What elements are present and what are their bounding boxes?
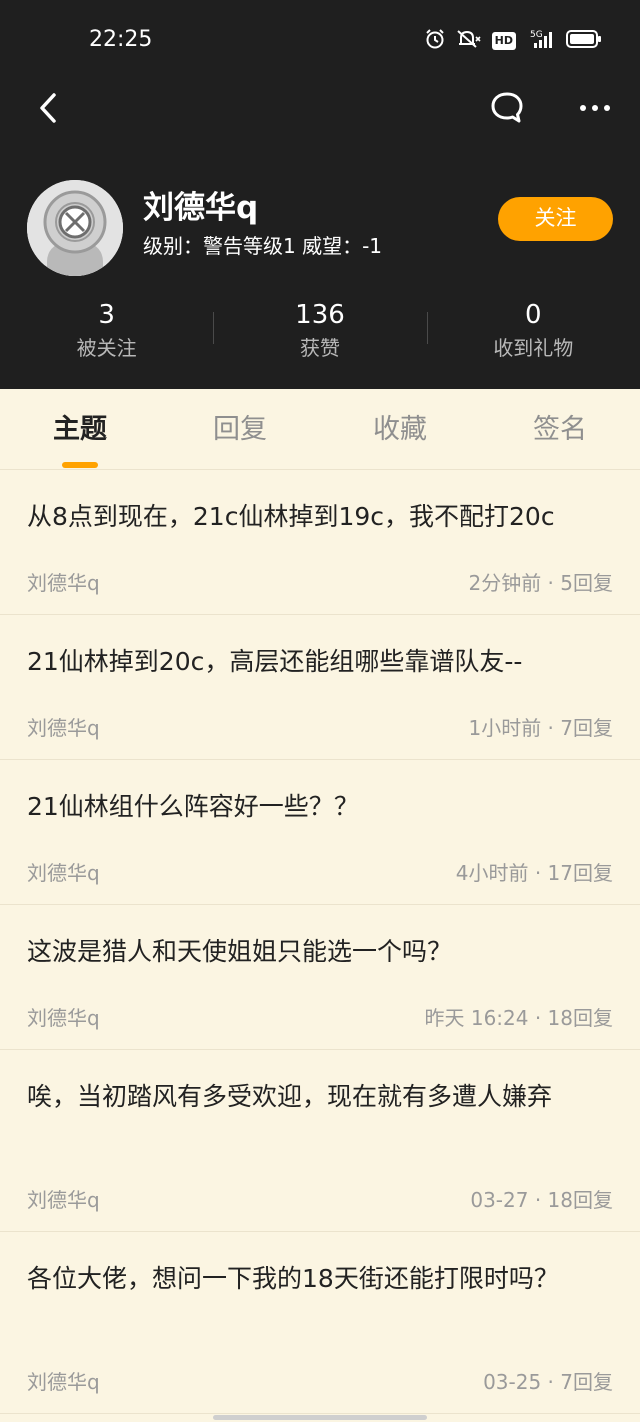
diving-helmet-avatar-icon [27, 180, 123, 276]
post-item[interactable]: 从8点到现在，21c仙林掉到19c，我不配打20c 刘德华q 2分钟前 · 5回… [0, 471, 640, 615]
post-author: 刘德华q [27, 861, 100, 885]
tab-replies[interactable]: 回复 [160, 389, 320, 469]
post-meta: 2分钟前 · 5回复 [468, 571, 613, 595]
profile-header: 22:25 HD 5G 刘德华q 级别：警告等级1 威望：-1 关注 3 被关注… [0, 0, 640, 389]
profile-tabs: 主题 回复 收藏 签名 [0, 389, 640, 470]
stat-followers[interactable]: 3 被关注 [0, 298, 213, 368]
post-item[interactable]: 21仙林组什么阵容好一些？？ 刘德华q 4小时前 · 17回复 [0, 761, 640, 905]
mute-icon [456, 28, 482, 54]
post-title: 各位大佬，想问一下我的18天街还能打限时吗？ [27, 1264, 559, 1293]
post-author: 刘德华q [27, 1370, 100, 1394]
profile-stats: 3 被关注 136 获赞 0 收到礼物 [0, 298, 640, 368]
signal-5g-icon: 5G [526, 28, 556, 54]
post-title: 21仙林组什么阵容好一些？？ [27, 792, 359, 821]
chat-button[interactable] [487, 88, 527, 128]
post-author: 刘德华q [27, 1188, 100, 1212]
stat-label: 被关注 [76, 336, 137, 360]
tab-topics[interactable]: 主题 [0, 389, 160, 469]
stat-gifts[interactable]: 0 收到礼物 [427, 298, 640, 368]
post-title: 这波是猎人和天使姐姐只能选一个吗？ [27, 937, 453, 966]
stat-value: 136 [295, 300, 345, 330]
post-meta: 1小时前 · 7回复 [468, 716, 613, 740]
post-item[interactable]: 唉，当初踏风有多受欢迎，现在就有多遭人嫌弃 刘德华q 03-27 · 18回复 [0, 1051, 640, 1232]
stat-value: 3 [98, 300, 115, 330]
stat-label: 收到礼物 [493, 336, 574, 360]
post-meta: 03-27 · 18回复 [470, 1188, 613, 1212]
status-icons: HD 5G [424, 28, 602, 54]
stat-divider [427, 312, 428, 344]
tab-favorites[interactable]: 收藏 [320, 389, 480, 469]
post-item[interactable]: 这波是猎人和天使姐姐只能选一个吗？ 刘德华q 昨天 16:24 · 18回复 [0, 906, 640, 1050]
alarm-icon [424, 28, 446, 54]
post-title: 唉，当初踏风有多受欢迎，现在就有多遭人嫌弃 [27, 1082, 553, 1111]
post-title: 从8点到现在，21c仙林掉到19c，我不配打20c [27, 502, 555, 531]
active-tab-indicator [62, 462, 98, 468]
svg-text:5G: 5G [530, 30, 543, 40]
more-icon [580, 105, 610, 111]
post-item[interactable]: 21仙林掉到20c，高层还能组哪些靠谱队友-- 刘德华q 1小时前 · 7回复 [0, 616, 640, 760]
home-indicator[interactable] [213, 1415, 427, 1420]
back-icon [40, 93, 56, 123]
status-bar: 22:25 HD 5G [0, 0, 640, 80]
battery-icon [566, 29, 602, 53]
post-item[interactable]: 各位大佬，想问一下我的18天街还能打限时吗？ 刘德华q 03-25 · 7回复 [0, 1233, 640, 1414]
stat-likes[interactable]: 136 获赞 [213, 298, 426, 368]
post-meta: 4小时前 · 17回复 [455, 861, 613, 885]
status-time: 22:25 [89, 27, 153, 52]
chat-bubble-icon [491, 92, 523, 123]
post-title: 21仙林掉到20c，高层还能组哪些靠谱队友-- [27, 647, 523, 676]
username: 刘德华q [143, 190, 259, 226]
post-meta: 昨天 16:24 · 18回复 [424, 1006, 613, 1030]
more-button[interactable] [575, 88, 615, 128]
tab-signature[interactable]: 签名 [480, 389, 640, 469]
stat-value: 0 [525, 300, 542, 330]
stat-label: 获赞 [299, 336, 340, 360]
post-meta: 03-25 · 7回复 [483, 1370, 613, 1394]
post-author: 刘德华q [27, 1006, 100, 1030]
post-author: 刘德华q [27, 571, 100, 595]
user-level-text: 级别：警告等级1 威望：-1 [143, 234, 383, 258]
hd-icon: HD [491, 32, 516, 50]
back-button[interactable] [30, 88, 70, 128]
follow-button[interactable]: 关注 [498, 197, 613, 241]
stat-divider [213, 312, 214, 344]
post-author: 刘德华q [27, 716, 100, 740]
avatar[interactable] [27, 180, 123, 276]
